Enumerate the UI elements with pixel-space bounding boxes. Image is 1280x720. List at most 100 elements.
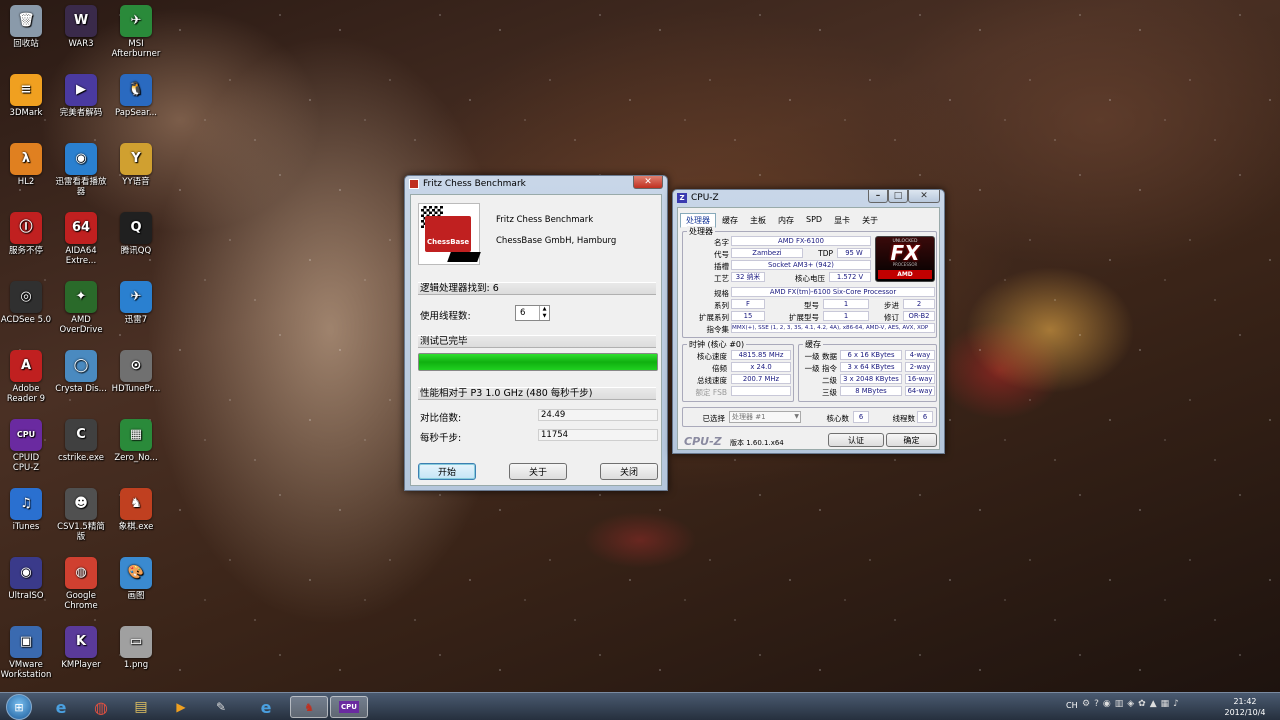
start-orb-icon[interactable]: ⊞: [6, 694, 32, 720]
stepper-down-icon[interactable]: ▼: [539, 313, 549, 320]
desktop-icon[interactable]: 🎨 画图: [106, 557, 166, 623]
desktop-icon[interactable]: CPU CPUID CPU-Z: [0, 419, 56, 485]
ie-taskbar-icon[interactable]: e: [46, 696, 76, 718]
logo-fx: FX: [890, 241, 920, 265]
desktop-icon[interactable]: 🐧 PapSear...: [106, 74, 166, 140]
desktop-icon[interactable]: ◉ 迅雷看看播放 器: [51, 143, 111, 209]
tray-1-icon[interactable]: ⚙: [1082, 699, 1090, 709]
validate-button[interactable]: 认证: [828, 433, 884, 447]
cpuz-tab[interactable]: 内存: [772, 213, 800, 228]
close-button[interactable]: 关闭: [600, 463, 658, 480]
desktop-icon-label: HDTunePr...: [111, 384, 161, 394]
fritz-taskbar-button[interactable]: ♞: [290, 696, 328, 718]
voltage-label: 核心电压: [795, 274, 825, 283]
clock-time: 21:42: [1233, 697, 1257, 706]
desktop-icon[interactable]: ◯ Crysta Dis...: [51, 350, 111, 416]
desktop-icon[interactable]: ▭ 1.png: [106, 626, 166, 692]
app-icon: Q: [120, 212, 152, 244]
maximize-icon[interactable]: □: [888, 190, 908, 203]
tray-4-icon[interactable]: ▥: [1115, 699, 1124, 709]
explorer-taskbar-icon[interactable]: ▤: [126, 696, 156, 718]
desktop-icon[interactable]: Ccstrike.exe: [51, 419, 111, 485]
clock[interactable]: 21:42 2012/10/4: [1220, 696, 1270, 718]
cpuz-tab[interactable]: 主板: [744, 213, 772, 228]
desktop-icon-label: 迅雷7: [124, 315, 148, 325]
chevron-up-icon[interactable]: ▲: [1150, 699, 1157, 709]
fritz-app-icon: [409, 179, 419, 189]
chessbase-logo: ChessBase: [418, 203, 481, 265]
cpuz-titlebar[interactable]: Z CPU-Z – □ ✕: [673, 190, 944, 206]
desktop-icon[interactable]: Y YY语音: [106, 143, 166, 209]
desktop-icon[interactable]: 64 AIDA64 Extre...: [51, 212, 111, 278]
desktop-icon[interactable]: ✦ AMD OverDrive: [51, 281, 111, 347]
desktop-icon-label: CSV1.5精简 版: [57, 522, 105, 542]
app-icon: ◉: [10, 557, 42, 589]
cpuz-tab[interactable]: 显卡: [828, 213, 856, 228]
tray-5-icon[interactable]: ◈: [1127, 699, 1134, 709]
tray-3-icon[interactable]: ◉: [1103, 699, 1111, 709]
ie2-taskbar-icon[interactable]: e: [251, 696, 281, 718]
multiplier-label: 倍频: [712, 364, 727, 373]
start-button[interactable]: 开始: [418, 463, 476, 480]
tool-taskbar-icon[interactable]: ✎: [206, 696, 236, 718]
app-icon: ♫: [10, 488, 42, 520]
progress-fill: [419, 354, 657, 370]
code-label: 代号: [714, 250, 729, 259]
clock-date: 2012/10/4: [1224, 708, 1266, 717]
desktop-icon[interactable]: ▣ VMware Workstation: [0, 626, 56, 692]
desktop-icon[interactable]: ✈ 迅雷7: [106, 281, 166, 347]
chrome-taskbar-icon[interactable]: ◍: [86, 696, 116, 718]
selection-bar: 已选择 处理器 #1 ▼ 核心数 6 线程数 6: [682, 407, 937, 427]
minimize-icon[interactable]: –: [868, 190, 888, 203]
app-icon: ▭: [120, 626, 152, 658]
desktop-icon-label: CPUID CPU-Z: [12, 453, 40, 473]
ratio-value: 24.49: [538, 409, 658, 421]
volume-icon[interactable]: ♪: [1173, 699, 1179, 709]
desktop-icon[interactable]: ⊙ HDTunePr...: [106, 350, 166, 416]
desktop-icon[interactable]: ☻ CSV1.5精简 版: [51, 488, 111, 554]
media-taskbar-icon[interactable]: ▶: [166, 696, 196, 718]
cpuz-taskbar-button[interactable]: CPU: [330, 696, 368, 718]
kns-label: 每秒千步:: [420, 433, 462, 444]
desktop-icon[interactable]: Q 腾讯QQ: [106, 212, 166, 278]
app-icon: ◉: [65, 143, 97, 175]
cpuz-tab[interactable]: 缓存: [716, 213, 744, 228]
app-icon: ▣: [10, 626, 42, 658]
network-icon[interactable]: ▦: [1161, 699, 1170, 709]
desktop-icon[interactable]: ✈ MSI Afterburner: [106, 5, 166, 71]
chevron-down-icon: ▼: [794, 413, 799, 420]
desktop-icon[interactable]: ▦ Zero_No...: [106, 419, 166, 485]
cpuz-tab[interactable]: SPD: [800, 213, 828, 228]
desktop-icon[interactable]: ◍ Google Chrome: [51, 557, 111, 623]
desktop-icon[interactable]: ▶ 完美者解码: [51, 74, 111, 140]
desktop-icon[interactable]: K KMPlayer: [51, 626, 111, 692]
desktop-icon[interactable]: ◉ UltraISO: [0, 557, 56, 623]
desktop-icon[interactable]: ♞ 象棋.exe: [106, 488, 166, 554]
desktop-icon-label: 象棋.exe: [118, 522, 154, 532]
desktop-icon[interactable]: λ HL2: [0, 143, 56, 209]
close-icon[interactable]: ✕: [633, 176, 663, 189]
tray-6-icon[interactable]: ✿: [1138, 699, 1146, 709]
desktop-icon[interactable]: W WAR3: [51, 5, 111, 71]
help-icon[interactable]: ?: [1094, 699, 1099, 709]
ok-button[interactable]: 确定: [886, 433, 937, 447]
desktop-icon[interactable]: ◎ ACDSee 5.0: [0, 281, 56, 347]
app-icon: ≡: [10, 74, 42, 106]
fritz-titlebar[interactable]: Fritz Chess Benchmark ✕: [405, 176, 667, 192]
tray-lang[interactable]: CH: [1066, 701, 1078, 710]
desktop-icon[interactable]: A Adobe Reader 9: [0, 350, 56, 416]
close-icon[interactable]: ✕: [908, 190, 940, 203]
desktop-icon[interactable]: ≡ 3DMark: [0, 74, 56, 140]
about-button[interactable]: 关于: [509, 463, 567, 480]
desktop-icon[interactable]: ♫ iTunes: [0, 488, 56, 554]
l2-label: 二级: [822, 376, 837, 385]
desktop-icon[interactable]: 🗑 回收站: [0, 5, 56, 71]
threads-stepper[interactable]: 6 ▲ ▼: [515, 305, 550, 321]
stepper-up-icon[interactable]: ▲: [539, 306, 549, 313]
bus-speed-value: 200.7 MHz: [731, 374, 791, 384]
cpuz-tab[interactable]: 关于: [856, 213, 884, 228]
app-icon: A: [10, 350, 42, 382]
desktop-icon-label: YY语音: [122, 177, 150, 187]
desktop-icon[interactable]: Ⓘ 服务不停: [0, 212, 56, 278]
processor-select[interactable]: 处理器 #1 ▼: [729, 411, 801, 423]
